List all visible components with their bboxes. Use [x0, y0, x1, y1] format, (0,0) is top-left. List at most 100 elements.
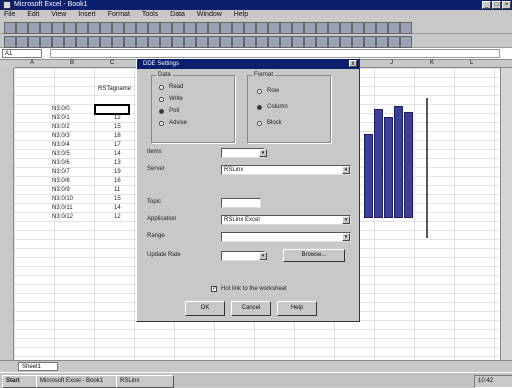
tag-cell[interactable]: N3:0/4: [52, 142, 70, 148]
toolbar-icon[interactable]: [64, 36, 76, 48]
toolbar-icon[interactable]: [136, 22, 148, 34]
toolbar-icon[interactable]: [16, 36, 28, 48]
tag-cell[interactable]: N3:0/11: [52, 205, 73, 211]
toolbar-icon[interactable]: [364, 22, 376, 34]
vertical-scrollbar[interactable]: [500, 68, 512, 360]
toolbar-icon[interactable]: [220, 36, 232, 48]
toolbar-icon[interactable]: [88, 22, 100, 34]
menu-insert[interactable]: Insert: [78, 11, 96, 18]
menu-file[interactable]: File: [4, 11, 15, 18]
tag-cell[interactable]: N3:0/2: [52, 124, 70, 130]
dialog-close-button[interactable]: x: [349, 60, 357, 67]
value-cell[interactable]: 13: [114, 160, 121, 166]
minimize-button[interactable]: _: [482, 1, 491, 9]
radio-poll[interactable]: [159, 109, 164, 114]
toolbar-icon[interactable]: [196, 22, 208, 34]
column-header[interactable]: L: [470, 60, 473, 66]
toolbar-icon[interactable]: [328, 36, 340, 48]
toolbar-icon[interactable]: [244, 36, 256, 48]
column-header[interactable]: B: [70, 60, 74, 66]
hot-link-checkbox[interactable]: ✓: [211, 286, 217, 292]
toolbar-icon[interactable]: [376, 36, 388, 48]
value-cell[interactable]: 14: [114, 205, 121, 211]
toolbar-icon[interactable]: [52, 22, 64, 34]
sheet-tab[interactable]: Sheet1: [18, 362, 58, 371]
toolbar-icon[interactable]: [4, 22, 16, 34]
server-dropdown-icon[interactable]: ▾: [342, 166, 350, 174]
ok-button[interactable]: OK: [185, 301, 225, 316]
radio-block[interactable]: [257, 121, 262, 126]
column-header[interactable]: J: [390, 60, 393, 66]
server-field[interactable]: RSLinx: [221, 165, 351, 175]
toolbar-icon[interactable]: [316, 36, 328, 48]
toolbar-icon[interactable]: [208, 36, 220, 48]
column-header[interactable]: A: [30, 60, 34, 66]
column-header[interactable]: K: [430, 60, 434, 66]
column-header[interactable]: C: [110, 60, 114, 66]
toolbar-icon[interactable]: [124, 22, 136, 34]
menu-edit[interactable]: Edit: [27, 11, 39, 18]
value-cell[interactable]: 16: [114, 178, 121, 184]
browse-button[interactable]: Browse...: [283, 249, 345, 262]
taskbar-item-rslinx[interactable]: RSLinx: [116, 375, 174, 388]
toolbar-icon[interactable]: [208, 22, 220, 34]
value-cell[interactable]: 12: [114, 214, 121, 220]
toolbar-icon[interactable]: [220, 22, 232, 34]
value-cell[interactable]: 19: [114, 169, 121, 175]
toolbar-icon[interactable]: [328, 22, 340, 34]
excel-app-icon[interactable]: [3, 1, 11, 9]
toolbar-icon[interactable]: [196, 36, 208, 48]
toolbar-icon[interactable]: [316, 22, 328, 34]
tag-cell[interactable]: N3:0/10: [52, 196, 73, 202]
tag-cell[interactable]: N3:0/1: [52, 115, 70, 121]
toolbar-icon[interactable]: [280, 22, 292, 34]
toolbar-icon[interactable]: [400, 22, 412, 34]
radio-row[interactable]: [257, 89, 262, 94]
toolbar-icon[interactable]: [64, 22, 76, 34]
close-button[interactable]: ×: [502, 1, 511, 9]
toolbar-icon[interactable]: [52, 36, 64, 48]
menu-tools[interactable]: Tools: [142, 11, 158, 18]
toolbar-icon[interactable]: [352, 22, 364, 34]
range-dropdown-icon[interactable]: ▾: [342, 233, 350, 241]
toolbar-icon[interactable]: [172, 36, 184, 48]
value-cell[interactable]: 18: [114, 133, 121, 139]
toolbar-icon[interactable]: [388, 22, 400, 34]
value-cell[interactable]: 17: [114, 142, 121, 148]
toolbar-icon[interactable]: [352, 36, 364, 48]
toolbar-icon[interactable]: [244, 22, 256, 34]
name-box[interactable]: A1: [2, 49, 42, 58]
toolbar-icon[interactable]: [112, 22, 124, 34]
toolbar-icon[interactable]: [28, 36, 40, 48]
toolbar-icon[interactable]: [364, 36, 376, 48]
toolbar-icon[interactable]: [304, 22, 316, 34]
toolbar-icon[interactable]: [172, 22, 184, 34]
menu-window[interactable]: Window: [197, 11, 222, 18]
menu-format[interactable]: Format: [108, 11, 130, 18]
toolbar-icon[interactable]: [376, 22, 388, 34]
toolbar-icon[interactable]: [400, 36, 412, 48]
radio-advise[interactable]: [159, 121, 164, 126]
toolbar-icon[interactable]: [388, 36, 400, 48]
toolbar-icon[interactable]: [40, 36, 52, 48]
toolbar-icon[interactable]: [28, 22, 40, 34]
topic-field[interactable]: [221, 198, 261, 208]
toolbar-icon[interactable]: [232, 22, 244, 34]
radio-write[interactable]: [159, 97, 164, 102]
toolbar-icon[interactable]: [40, 22, 52, 34]
menu-data[interactable]: Data: [170, 11, 185, 18]
toolbar-icon[interactable]: [160, 22, 172, 34]
toolbar-icon[interactable]: [256, 22, 268, 34]
toolbar-icon[interactable]: [124, 36, 136, 48]
toolbar-icon[interactable]: [148, 36, 160, 48]
help-button[interactable]: Help: [277, 301, 317, 316]
application-field[interactable]: RSLinx Excel: [221, 215, 351, 225]
value-cell[interactable]: 14: [114, 151, 121, 157]
range-field[interactable]: [221, 232, 351, 242]
tag-cell[interactable]: N3:0/0: [52, 106, 70, 112]
menu-view[interactable]: View: [51, 11, 66, 18]
toolbar-icon[interactable]: [304, 36, 316, 48]
radio-read[interactable]: [159, 85, 164, 90]
toolbar-icon[interactable]: [280, 36, 292, 48]
value-cell[interactable]: 15: [114, 196, 121, 202]
